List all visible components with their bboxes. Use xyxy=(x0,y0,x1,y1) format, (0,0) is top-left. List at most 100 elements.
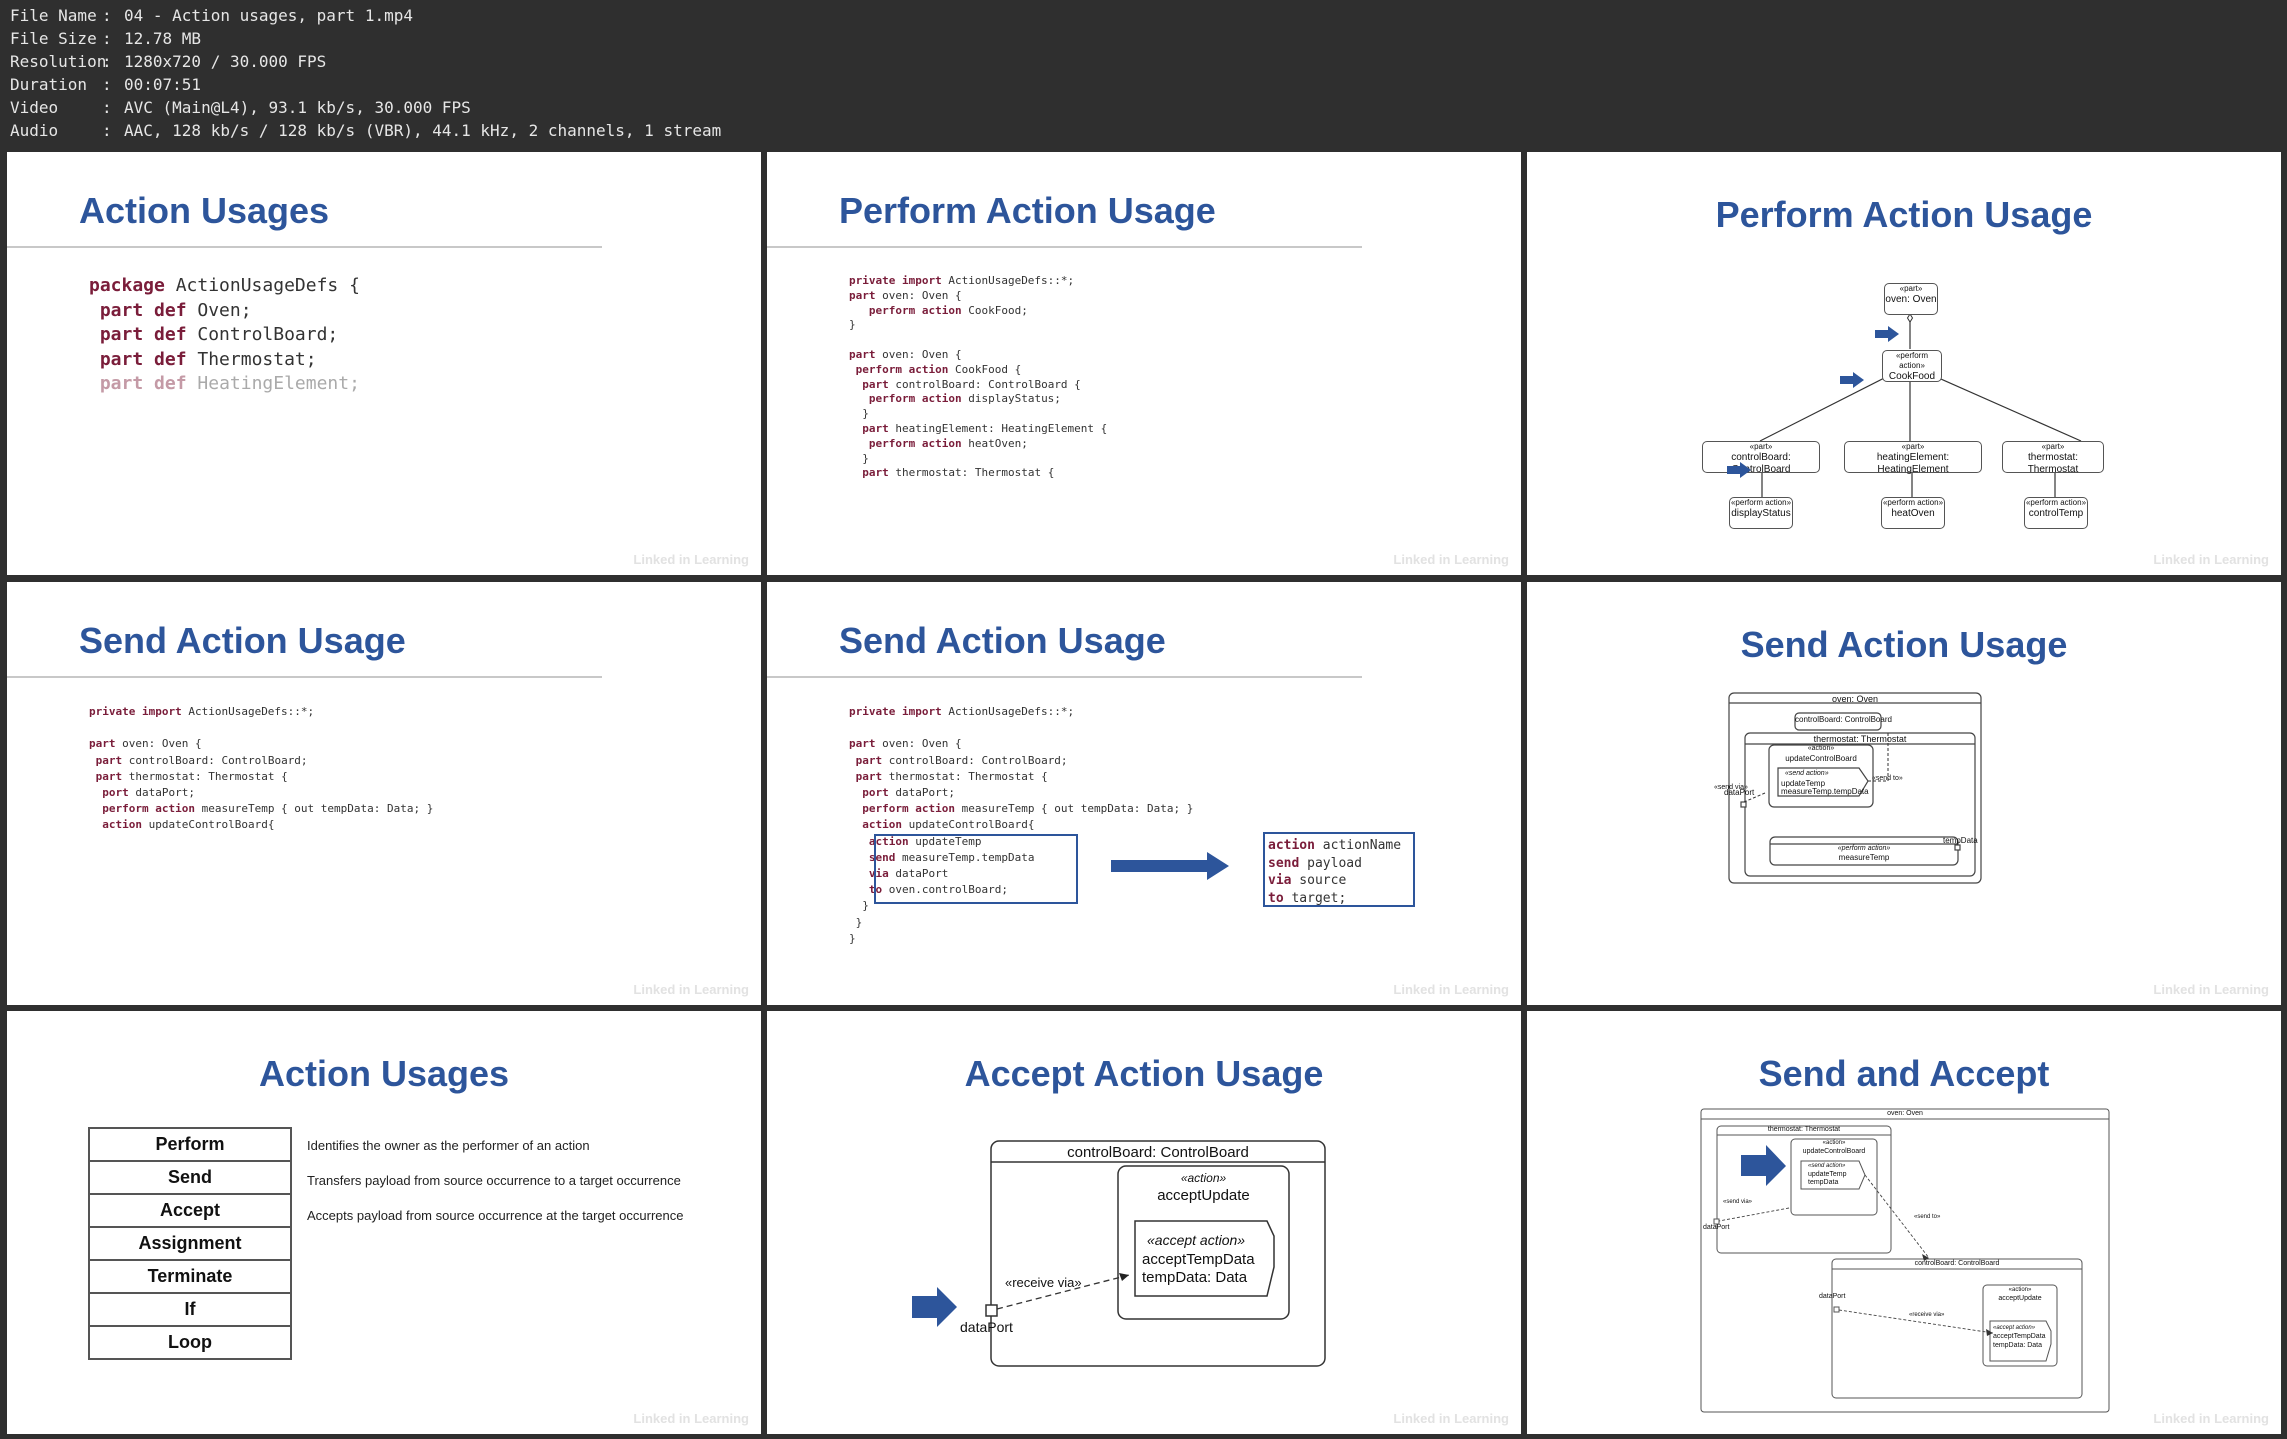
usage-name-cell: Accept xyxy=(88,1193,292,1228)
table-row: If xyxy=(88,1292,292,1327)
thumbnail-slide-9[interactable]: Send and Accept oven: Oven thermostat: T… xyxy=(1527,1011,2281,1434)
file-info-key: File Name xyxy=(10,6,97,25)
controlboard-part-label: controlBoard: ControlBoard xyxy=(1795,715,1892,724)
usage-name-cell: Send xyxy=(88,1160,292,1195)
usage-description: Transfers payload from source occurrence… xyxy=(307,1173,681,1188)
usage-name-cell: Perform xyxy=(88,1127,292,1162)
file-info-value: 04 - Action usages, part 1.mp4 xyxy=(124,6,413,25)
accept-action-name-label: acceptTempData xyxy=(1993,1333,2046,1340)
thumbnail-slide-1[interactable]: Action Usages package ActionUsageDefs { … xyxy=(7,152,761,575)
thumbnail-slide-5[interactable]: Send Action Usage private import ActionU… xyxy=(767,582,1521,1005)
table-row: Perform xyxy=(88,1127,292,1162)
stereotype-label: «part» xyxy=(1899,284,1923,293)
file-info-header: File Name:04 - Action usages, part 1.mp4… xyxy=(0,0,2287,150)
code-highlight-box xyxy=(874,834,1078,904)
slide-title: Send Action Usage xyxy=(839,620,1166,661)
table-row: Send xyxy=(88,1160,292,1195)
action-name-label: acceptUpdate xyxy=(1157,1187,1250,1204)
thumbnail-slide-2[interactable]: Perform Action Usage private import Acti… xyxy=(767,152,1521,575)
node-name: CookFood xyxy=(1888,371,1936,382)
file-info-row: Audio: AAC, 128 kb/s / 128 kb/s (VBR), 44… xyxy=(10,121,722,140)
usage-name-cell: Terminate xyxy=(88,1259,292,1294)
code-block: package ActionUsageDefs { part def Oven;… xyxy=(89,275,360,394)
thumbnail-slide-7[interactable]: Action Usages Perform Send Accept Assign… xyxy=(7,1011,761,1434)
stereotype-label: «accept action» xyxy=(1993,1325,2036,1331)
table-row: Assignment xyxy=(88,1226,292,1261)
action-usages-table: Perform Send Accept Assignment Terminate… xyxy=(88,1127,292,1360)
send-to-label: «send to» xyxy=(1914,1214,1941,1220)
thumbnail-slide-4[interactable]: Send Action Usage private import ActionU… xyxy=(7,582,761,1005)
thermostat-part-label: thermostat: Thermostat xyxy=(1813,734,1907,744)
tempdata-port-label: tempData xyxy=(1943,836,1978,845)
code-block: private import ActionUsageDefs::*; part … xyxy=(89,705,434,832)
stereotype-label: «part» xyxy=(1901,442,1925,451)
title-divider xyxy=(7,246,602,248)
dataport-label: dataPort xyxy=(1819,1293,1846,1300)
stereotype-label: «accept action» xyxy=(1147,1232,1246,1248)
pointer-arrow-icon xyxy=(1875,326,1899,342)
node-name: heatOven xyxy=(1891,508,1935,519)
file-info-value: 00:07:51 xyxy=(124,75,202,94)
linkedin-learning-watermark: Linked in Learning xyxy=(1393,982,1509,997)
action-name-label: acceptUpdate xyxy=(1998,1295,2042,1302)
send-via-label: «send via» xyxy=(1723,1199,1753,1205)
linkedin-learning-watermark: Linked in Learning xyxy=(1393,552,1509,567)
file-info-row: Video: AVC (Main@L4), 93.1 kb/s, 30.000 F… xyxy=(10,98,471,117)
action-name-label: updateControlBoard xyxy=(1785,754,1857,763)
stereotype-label: «perform action» xyxy=(1882,498,1944,507)
file-info-row: Duration:00:07:51 xyxy=(10,75,202,94)
right-arrow-icon xyxy=(1111,852,1229,880)
thumbnail-slide-8[interactable]: Accept Action Usage controlBoard: Contro… xyxy=(767,1011,1521,1434)
part-node-controlboard: «part» controlBoard: ControlBoard xyxy=(1702,441,1820,475)
node-name: oven: Oven xyxy=(1885,294,1937,305)
part-node-heatingelement: «part» heatingElement: HeatingElement xyxy=(1844,441,1982,475)
node-name: controlBoard: ControlBoard xyxy=(1731,452,1791,475)
file-info-key: Audio xyxy=(10,121,59,140)
slide-title: Action Usages xyxy=(258,1053,510,1094)
thumbnail-slide-3[interactable]: Perform Action Usage «part» oven: Oven «p… xyxy=(1527,152,2281,575)
linkedin-learning-watermark: Linked in Learning xyxy=(2153,982,2269,997)
send-to-label: «send to» xyxy=(1872,775,1903,782)
slide-title: Action Usages xyxy=(79,190,330,231)
action-node-heatoven: «perform action» heatOven xyxy=(1881,497,1945,529)
stereotype-label: «perform action» xyxy=(2025,498,2087,507)
code-block: private import ActionUsageDefs::*; part … xyxy=(849,705,1194,945)
accept-action-name-label: acceptTempData xyxy=(1142,1251,1255,1268)
file-info-row: File Size:12.78 MB xyxy=(10,29,202,48)
part-node-oven: «part» oven: Oven xyxy=(1884,283,1938,315)
linkedin-learning-watermark: Linked in Learning xyxy=(2153,1411,2269,1426)
stereotype-label: «action» xyxy=(2008,1287,2032,1293)
accept-payload-label: tempData: Data xyxy=(1142,1269,1248,1286)
pointer-arrow-icon xyxy=(1840,372,1864,388)
dataport-label: dataPort xyxy=(960,1319,1013,1335)
action-node-cookfood: «perform action» CookFood xyxy=(1882,350,1942,382)
action-node-controltemp: «perform action» controlTemp xyxy=(2024,497,2088,529)
action-node-displaystatus: «perform action» displayStatus xyxy=(1729,497,1793,529)
table-row: Accept xyxy=(88,1193,292,1228)
stereotype-label: «action» xyxy=(1807,745,1835,752)
file-info-value: 1280x720 / 30.000 FPS xyxy=(124,52,327,71)
perform-action-name-label: measureTemp xyxy=(1838,853,1890,862)
send-payload-label: measureTemp.tempData xyxy=(1781,787,1869,796)
stereotype-label: «part» xyxy=(1749,442,1773,451)
file-info-key: Video xyxy=(10,98,59,117)
stereotype-label: «send action» xyxy=(1785,770,1829,777)
stereotype-label: «part» xyxy=(2041,442,2065,451)
node-name: heatingElement: HeatingElement xyxy=(1876,452,1950,475)
file-info-value: 12.78 MB xyxy=(124,29,202,48)
accept-diagram xyxy=(912,1140,1326,1367)
stereotype-label: «action» xyxy=(1180,1171,1227,1185)
title-divider xyxy=(7,676,602,678)
linkedin-learning-watermark: Linked in Learning xyxy=(633,1411,749,1426)
title-divider xyxy=(767,676,1362,678)
file-info-key: File Size xyxy=(10,29,97,48)
node-name: controlTemp xyxy=(2028,508,2084,519)
stereotype-label: «action» xyxy=(1822,1140,1846,1146)
oven-part-label: oven: Oven xyxy=(1887,1110,1923,1117)
thumbnail-slide-6[interactable]: Send Action Usage oven: Oven controlBoar… xyxy=(1527,582,2281,1005)
stereotype-label: «perform action» xyxy=(1730,498,1792,507)
part-node-thermostat: «part» thermostat: Thermostat xyxy=(2002,441,2104,475)
slide-title: Send Action Usage xyxy=(79,620,406,661)
table-row: Terminate xyxy=(88,1259,292,1294)
linkedin-learning-watermark: Linked in Learning xyxy=(2153,552,2269,567)
